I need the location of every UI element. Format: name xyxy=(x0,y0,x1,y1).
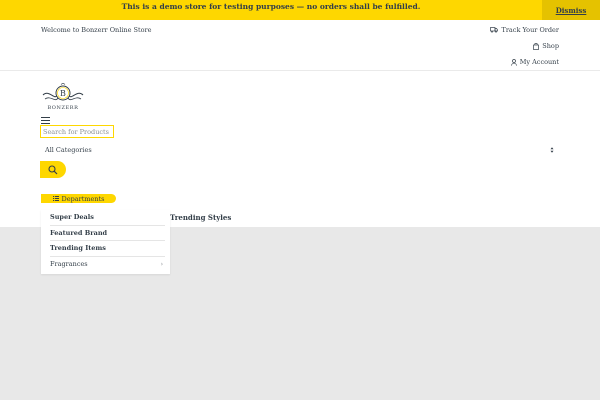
chevron-right-icon: › xyxy=(160,260,163,268)
dismiss-link[interactable]: Dismiss xyxy=(542,0,600,20)
trending-styles-link[interactable]: Trending Styles xyxy=(170,213,231,222)
demo-notice-text: This is a demo store for testing purpose… xyxy=(121,2,421,11)
top-links: Track Your Order Shop My Account xyxy=(490,26,559,74)
search-button[interactable] xyxy=(40,161,66,178)
list-icon xyxy=(52,196,59,201)
select-arrows-icon xyxy=(550,147,554,153)
dept-item-label: Super Deals xyxy=(50,213,94,221)
my-account-link[interactable]: My Account xyxy=(490,58,559,66)
dept-item-label: Fragrances xyxy=(50,259,88,268)
category-select[interactable]: All Categories xyxy=(41,144,559,156)
dept-item-label: Featured Brand xyxy=(50,228,108,237)
site-header: Welcome to Bonzerr Online Store Track Yo… xyxy=(0,20,600,227)
departments-menu: Super Deals Featured Brand Trending Item… xyxy=(41,210,170,274)
dept-item-label: Trending Items xyxy=(50,244,106,252)
menu-toggle-icon[interactable] xyxy=(41,117,50,124)
user-icon xyxy=(510,58,517,66)
shop-label: Shop xyxy=(542,42,559,50)
truck-icon xyxy=(490,27,499,33)
logo-emblem-icon: B xyxy=(42,83,84,101)
my-account-label: My Account xyxy=(519,58,559,66)
logo-letter: B xyxy=(60,89,66,98)
search-input[interactable] xyxy=(40,125,114,138)
dept-item-featured-brand[interactable]: Featured Brand xyxy=(50,226,165,241)
site-logo[interactable]: B BONZERR xyxy=(41,83,85,115)
dept-item-super-deals[interactable]: Super Deals xyxy=(50,210,165,226)
departments-label: Departments xyxy=(61,194,105,203)
demo-store-notice: This is a demo store for testing purpose… xyxy=(0,0,600,20)
departments-button[interactable]: Departments xyxy=(41,194,116,203)
category-select-value: All Categories xyxy=(45,146,92,154)
logo-text: BONZERR xyxy=(47,105,79,111)
header-divider xyxy=(0,70,600,71)
shopping-bag-icon xyxy=(533,42,540,50)
search-icon xyxy=(48,164,58,174)
welcome-message: Welcome to Bonzerr Online Store xyxy=(41,26,152,34)
track-order-label: Track Your Order xyxy=(501,26,559,34)
track-order-link[interactable]: Track Your Order xyxy=(490,26,559,34)
dept-item-fragrances[interactable]: Fragrances › xyxy=(50,257,165,273)
dept-item-trending-items[interactable]: Trending Items xyxy=(50,241,165,257)
shop-link[interactable]: Shop xyxy=(490,42,559,50)
